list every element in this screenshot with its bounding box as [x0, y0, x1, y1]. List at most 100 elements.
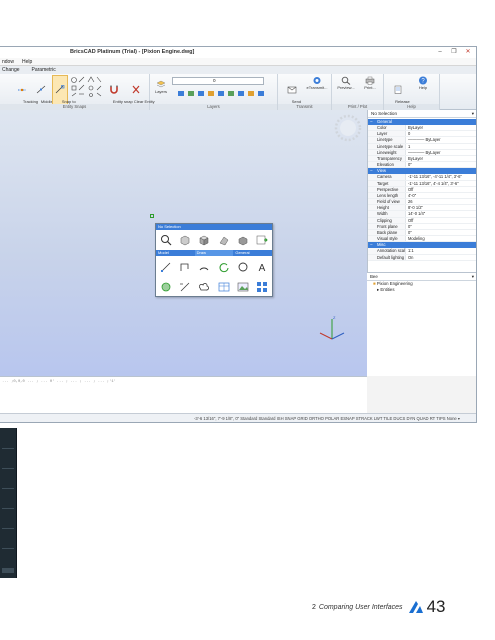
close-button[interactable]: ✕: [464, 48, 472, 56]
help-button[interactable]: ? Help: [412, 76, 434, 91]
menu-window[interactable]: ndow: [2, 58, 14, 65]
tree-item-entities[interactable]: ▸ Entities: [367, 287, 476, 293]
property-name: Linetype: [368, 137, 406, 143]
selection-dropdown-value: No Selection: [371, 111, 398, 116]
property-section-header[interactable]: General: [368, 119, 476, 125]
magnet-icon: [110, 85, 118, 94]
maximize-button[interactable]: ❐: [450, 48, 458, 56]
text-icon[interactable]: A: [256, 261, 268, 273]
title-bar: BricsCAD Platinum (Trial) - [Pixion Engi…: [0, 47, 476, 58]
polyline-icon[interactable]: [179, 261, 191, 273]
property-name: Back plane: [368, 230, 406, 236]
property-name: Linetype scale: [368, 143, 406, 149]
tree-item-entities-label: Entities: [380, 287, 395, 292]
ribbon-group-help: Release notes... ? Help Help: [384, 74, 440, 110]
property-value[interactable]: 8'-0 1/2": [406, 205, 476, 210]
explorer-header[interactable]: Bee ▾: [367, 273, 476, 281]
notes-icon: [394, 85, 402, 94]
property-section-header[interactable]: View: [368, 168, 476, 175]
magnifier-icon: [341, 76, 351, 85]
preview-label: Preview...: [337, 85, 355, 90]
quad-tabs: Model Draw General: [156, 250, 272, 256]
property-name: Width: [368, 211, 406, 217]
block-icon[interactable]: [256, 281, 268, 293]
property-value[interactable]: Off: [406, 218, 476, 223]
preview-button[interactable]: Preview...: [334, 76, 358, 91]
minimize-button[interactable]: –: [436, 48, 444, 56]
quad-tab-general[interactable]: General: [233, 250, 272, 256]
layers-button[interactable]: Layers: [152, 80, 170, 95]
ribbon-tabs: Change Parametric: [0, 66, 476, 74]
print-button[interactable]: Print...: [359, 76, 381, 91]
property-value[interactable]: Off: [406, 187, 476, 192]
cursor-pickbox: [150, 214, 154, 218]
command-line[interactable]: ... ;0,0,0 ... ; ... 0' ... ; ... ; ... …: [0, 376, 367, 413]
cube-icon[interactable]: [198, 234, 210, 246]
property-value[interactable]: 1:1: [406, 248, 476, 253]
line-icon[interactable]: [160, 261, 172, 273]
property-name: Annotation scale: [368, 248, 406, 254]
layer-dropdown-value: 0: [213, 78, 216, 83]
quad-row-bottom: [156, 277, 272, 297]
midpoint-icon: [36, 85, 46, 94]
panel-line: [2, 448, 14, 449]
property-name: Clipping: [368, 217, 406, 223]
window-title: BricsCAD Platinum (Trial) - [Pixion Engi…: [70, 49, 195, 55]
table-icon[interactable]: [218, 281, 230, 293]
property-value[interactable]: 1: [406, 144, 476, 149]
panel-line: [2, 468, 14, 469]
property-value[interactable]: ByLayer: [406, 156, 476, 161]
etransmit-button[interactable]: eTransmit...: [304, 76, 330, 91]
quad-tab-model[interactable]: Model: [156, 250, 195, 256]
property-value[interactable]: 14'-0 1/4": [406, 211, 476, 216]
property-name: Lineweight: [368, 149, 406, 155]
zoom-icon[interactable]: [160, 234, 172, 246]
bricscad-logo-icon: [408, 601, 423, 613]
layer-dropdown[interactable]: 0: [172, 77, 264, 85]
selection-dropdown[interactable]: No Selection ▾: [368, 110, 476, 118]
solid-icon[interactable]: [237, 234, 249, 246]
dimension-icon[interactable]: [179, 281, 191, 293]
property-value[interactable]: ByLayer: [406, 125, 476, 130]
panel-line: [2, 548, 14, 549]
property-value[interactable]: 0": [406, 162, 476, 167]
menu-help[interactable]: Help: [22, 58, 32, 65]
property-value[interactable]: -1'-11 13/16", 4'-4 1/4", 3'-6": [406, 181, 476, 186]
wedge-icon[interactable]: [218, 234, 230, 246]
quad-tab-draw[interactable]: Draw: [194, 250, 234, 256]
view-cube-compass-icon[interactable]: [334, 114, 362, 142]
quad-menu[interactable]: No Selection Model Draw General A: [155, 223, 273, 297]
status-bar-text[interactable]: -3'-6 13/16", 7'-9 1/8", 0" Standard Sta…: [194, 416, 460, 421]
box-icon[interactable]: [179, 234, 191, 246]
window-controls: – ❐ ✕: [436, 48, 472, 56]
arc-icon[interactable]: [198, 261, 210, 273]
property-value[interactable]: 4'-0": [406, 193, 476, 198]
property-row[interactable]: Default lighting On: [368, 254, 476, 261]
circle-icon[interactable]: [237, 261, 249, 273]
etransmit-label: eTransmit...: [306, 85, 328, 90]
tab-change[interactable]: Change: [2, 66, 20, 74]
status-bar: -3'-6 13/16", 7'-9 1/8", 0" Standard Sta…: [0, 413, 476, 422]
property-value[interactable]: 0: [406, 131, 476, 136]
print-label: Print...: [364, 85, 376, 90]
snap-mode-icons[interactable]: [70, 76, 102, 98]
help-icon: ?: [419, 76, 427, 85]
property-value[interactable]: 26: [406, 199, 476, 204]
hatch-icon[interactable]: [160, 281, 172, 293]
circle-rotate-icon[interactable]: [218, 261, 230, 273]
property-value[interactable]: 0": [406, 230, 476, 235]
image-icon[interactable]: [237, 281, 249, 293]
tab-parametric[interactable]: Parametric: [32, 66, 56, 74]
property-value[interactable]: ———— ByLayer: [406, 150, 476, 155]
property-value[interactable]: On: [406, 255, 476, 260]
revcloud-icon[interactable]: [198, 281, 210, 293]
property-name: Field of view: [368, 199, 406, 205]
layer-tool-icons[interactable]: [178, 89, 274, 99]
tracking-icon: [18, 88, 26, 92]
property-value[interactable]: ———— ByLayer: [406, 137, 476, 142]
insert-icon[interactable]: [256, 234, 269, 246]
property-value[interactable]: -1'-11 13/16", -4'-11 1/4", 3'-6": [406, 174, 476, 179]
property-section-header[interactable]: Misc: [368, 242, 476, 249]
property-value[interactable]: Modeling: [406, 236, 476, 241]
property-value[interactable]: 0": [406, 224, 476, 229]
